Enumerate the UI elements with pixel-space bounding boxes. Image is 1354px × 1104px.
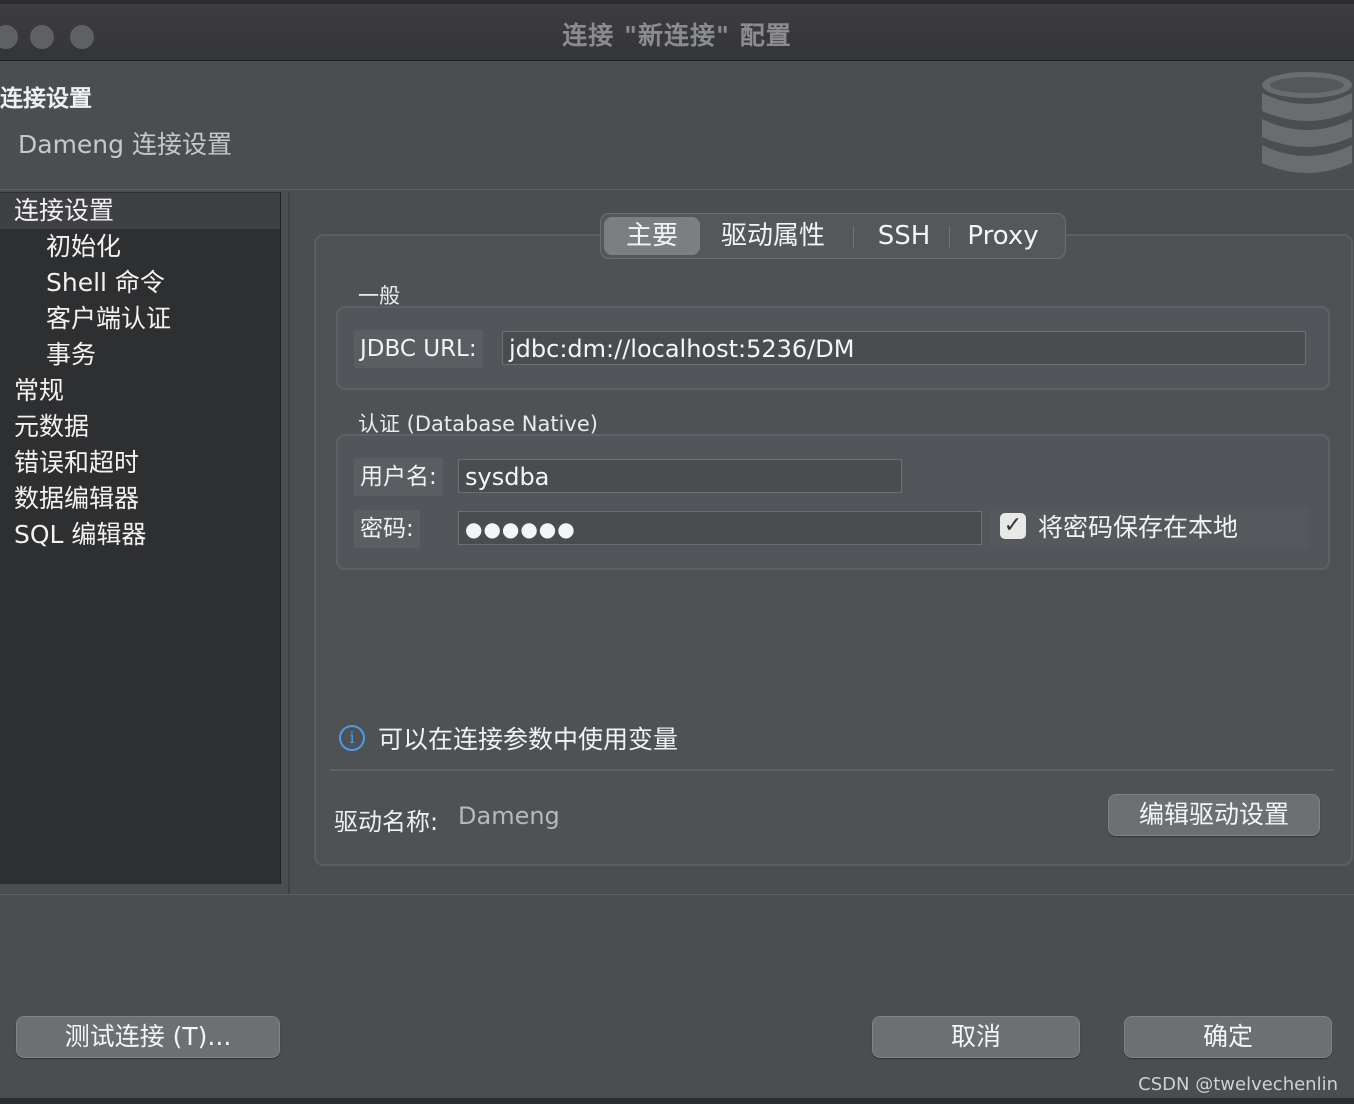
jdbc-url-input[interactable]: jdbc:dm://localhost:5236/DM <box>502 331 1306 365</box>
sidebar-item-errors-timeouts[interactable]: 错误和超时 <box>14 445 139 481</box>
tab-separator <box>949 226 950 248</box>
sidebar-item-metadata[interactable]: 元数据 <box>14 409 89 445</box>
tab-ssh[interactable]: SSH <box>859 214 949 258</box>
footer-divider <box>0 894 1354 895</box>
sidebar-item-connection-settings[interactable]: 连接设置 <box>0 193 280 229</box>
password-input[interactable]: ●●●●●● <box>458 511 982 545</box>
jdbc-url-label: JDBC URL: <box>354 330 483 368</box>
sidebar-item-sql-editor[interactable]: SQL 编辑器 <box>14 517 146 553</box>
bottom-strip <box>0 1098 1354 1104</box>
sidebar-item-general[interactable]: 常规 <box>14 373 64 409</box>
tab-separator <box>853 226 854 248</box>
panel-divider <box>330 769 1334 771</box>
title-bar: 连接 "新连接" 配置 <box>0 4 1354 61</box>
sidebar: 连接设置 初始化 Shell 命令 客户端认证 事务 常规 元数据 错误和超时 … <box>0 192 281 884</box>
edit-driver-settings-button[interactable]: 编辑驱动设置 <box>1108 794 1320 836</box>
cancel-button[interactable]: 取消 <box>872 1016 1080 1058</box>
info-icon: i <box>339 725 365 751</box>
save-password-label: 将密码保存在本地 <box>1038 513 1239 542</box>
sidebar-item-client-auth[interactable]: 客户端认证 <box>46 301 171 337</box>
tab-bar: 主要 驱动属性 SSH Proxy <box>600 213 1066 259</box>
window-title: 连接 "新连接" 配置 <box>562 21 792 50</box>
driver-name-label: 驱动名称: <box>334 808 439 836</box>
page-title: 连接设置 <box>0 86 92 112</box>
page-subtitle: Dameng 连接设置 <box>18 130 232 159</box>
tab-driver-properties[interactable]: 驱动属性 <box>707 214 839 258</box>
password-label: 密码: <box>354 510 420 548</box>
username-input[interactable]: sysdba <box>458 459 902 493</box>
tab-main[interactable]: 主要 <box>604 217 700 255</box>
driver-name-value: Dameng <box>458 802 560 830</box>
test-connection-button[interactable]: 测试连接 (T)... <box>16 1016 280 1058</box>
sidebar-item-data-editor[interactable]: 数据编辑器 <box>14 481 139 517</box>
page-header: 连接设置 Dameng 连接设置 <box>0 61 1354 190</box>
sidebar-item-shell-commands[interactable]: Shell 命令 <box>46 265 165 301</box>
sidebar-item-label: 连接设置 <box>14 196 115 225</box>
sidebar-divider[interactable] <box>288 192 290 894</box>
tab-proxy[interactable]: Proxy <box>953 214 1053 258</box>
ok-button[interactable]: 确定 <box>1124 1016 1332 1058</box>
sidebar-item-transactions[interactable]: 事务 <box>46 337 96 373</box>
username-label: 用户名: <box>354 458 443 496</box>
variables-hint: 可以在连接参数中使用变量 <box>378 725 679 754</box>
database-icon <box>1262 72 1352 173</box>
watermark: CSDN @twelvechenlin <box>1138 1074 1338 1095</box>
save-password-checkbox[interactable]: ✓ <box>1000 513 1026 539</box>
sidebar-item-init[interactable]: 初始化 <box>46 229 121 265</box>
save-password-option[interactable]: ✓ 将密码保存在本地 <box>990 508 1308 548</box>
auth-group <box>336 434 1330 570</box>
